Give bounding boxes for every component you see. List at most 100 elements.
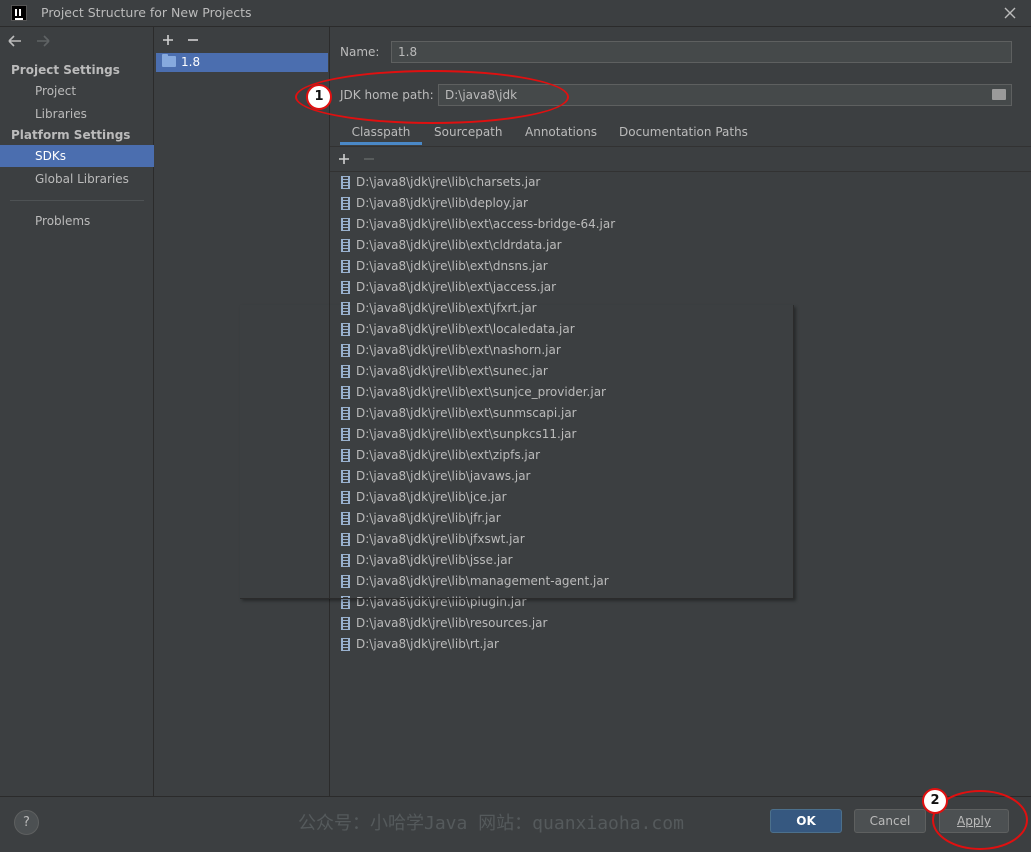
sdk-item-label: 1.8 [181, 55, 201, 69]
list-item[interactable]: D:\java8\jdk\jre\lib\management-agent.ja… [330, 571, 1031, 592]
minus-icon[interactable] [186, 33, 200, 47]
tab-documentation-paths[interactable]: Documentation Paths [619, 121, 748, 145]
list-item[interactable]: D:\java8\jdk\jre\lib\ext\sunmscapi.jar [330, 403, 1031, 424]
jar-path-label: D:\java8\jdk\jre\lib\ext\sunjce_provider… [356, 385, 606, 399]
list-item[interactable]: D:\java8\jdk\jre\lib\ext\zipfs.jar [330, 445, 1031, 466]
annotation-badge-2: 2 [922, 788, 948, 814]
jar-icon [341, 449, 350, 462]
classpath-toolbar [330, 147, 1031, 171]
list-item[interactable]: D:\java8\jdk\jre\lib\plugin.jar [330, 592, 1031, 613]
jar-path-label: D:\java8\jdk\jre\lib\ext\jaccess.jar [356, 280, 557, 294]
tab-annotations[interactable]: Annotations [525, 121, 597, 145]
jar-icon [341, 512, 350, 525]
list-item[interactable]: D:\java8\jdk\jre\lib\ext\access-bridge-6… [330, 214, 1031, 235]
apply-button[interactable]: Apply [939, 809, 1009, 833]
jar-path-label: D:\java8\jdk\jre\lib\resources.jar [356, 616, 548, 630]
plus-icon[interactable] [337, 152, 351, 166]
window-title: Project Structure for New Projects [41, 5, 252, 20]
name-field[interactable]: 1.8 [391, 41, 1012, 63]
plus-icon[interactable] [161, 33, 175, 47]
jar-path-label: D:\java8\jdk\jre\lib\ext\cldrdata.jar [356, 238, 562, 252]
arrow-right-icon[interactable] [34, 33, 52, 49]
jar-icon [341, 260, 350, 273]
list-item[interactable]: D:\java8\jdk\jre\lib\charsets.jar [330, 172, 1031, 193]
nav-item-problems[interactable]: Problems [35, 210, 90, 232]
jar-path-label: D:\java8\jdk\jre\lib\plugin.jar [356, 595, 527, 609]
list-item[interactable]: D:\java8\jdk\jre\lib\rt.jar [330, 634, 1031, 655]
jar-path-label: D:\java8\jdk\jre\lib\jce.jar [356, 490, 507, 504]
list-item[interactable]: D:\java8\jdk\jre\lib\jfr.jar [330, 508, 1031, 529]
jar-path-label: D:\java8\jdk\jre\lib\jfr.jar [356, 511, 501, 525]
jar-path-label: D:\java8\jdk\jre\lib\rt.jar [356, 637, 499, 651]
close-icon[interactable] [1000, 3, 1020, 23]
list-item[interactable]: D:\java8\jdk\jre\lib\resources.jar [330, 613, 1031, 634]
list-item[interactable]: D:\java8\jdk\jre\lib\ext\dnsns.jar [330, 256, 1031, 277]
jar-icon [341, 533, 350, 546]
list-item[interactable]: D:\java8\jdk\jre\lib\ext\localedata.jar [330, 319, 1031, 340]
jar-icon [341, 386, 350, 399]
jar-icon [341, 575, 350, 588]
list-item[interactable]: D:\java8\jdk\jre\lib\ext\jfxrt.jar [330, 298, 1031, 319]
jar-path-label: D:\java8\jdk\jre\lib\ext\jfxrt.jar [356, 301, 537, 315]
jar-icon [341, 365, 350, 378]
jar-path-label: D:\java8\jdk\jre\lib\deploy.jar [356, 196, 528, 210]
sdk-list-toolbar [154, 27, 330, 53]
list-item[interactable]: D:\java8\jdk\jre\lib\deploy.jar [330, 193, 1031, 214]
list-item[interactable]: D:\java8\jdk\jre\lib\ext\sunec.jar [330, 361, 1031, 382]
jar-path-label: D:\java8\jdk\jre\lib\ext\zipfs.jar [356, 448, 541, 462]
jar-path-label: D:\java8\jdk\jre\lib\ext\dnsns.jar [356, 259, 548, 273]
jdk-home-path-field[interactable]: D:\java8\jdk [438, 84, 1012, 106]
nav-item-project[interactable]: Project [35, 80, 76, 102]
list-item[interactable]: D:\java8\jdk\jre\lib\ext\sunjce_provider… [330, 382, 1031, 403]
jar-icon [341, 470, 350, 483]
jar-icon [341, 197, 350, 210]
dialog-footer: ? 公众号：小哈学Java 网站：quanxiaoha.com OK Cance… [0, 796, 1031, 852]
annotation-badge-1: 1 [306, 84, 332, 110]
arrow-left-icon[interactable] [6, 33, 24, 49]
jar-path-label: D:\java8\jdk\jre\lib\jsse.jar [356, 553, 513, 567]
folder-icon [162, 54, 176, 67]
intellij-icon [11, 5, 27, 21]
sdk-detail-panel: Name: 1.8 JDK home path: D:\java8\jdk Cl… [330, 27, 1031, 796]
left-nav-panel: Project Settings Project Libraries Platf… [0, 27, 154, 796]
help-button[interactable]: ? [14, 810, 39, 835]
classpath-list[interactable]: D:\java8\jdk\jre\lib\charsets.jar D:\java… [330, 171, 1031, 796]
nav-section-project-settings: Project Settings [11, 63, 120, 77]
list-item[interactable]: D:\java8\jdk\jre\lib\jsse.jar [330, 550, 1031, 571]
jar-path-label: D:\java8\jdk\jre\lib\ext\sunec.jar [356, 364, 548, 378]
jar-icon [341, 407, 350, 420]
sdk-item-1-8[interactable]: 1.8 [156, 53, 328, 72]
jar-path-label: D:\java8\jdk\jre\lib\management-agent.ja… [356, 574, 609, 588]
nav-item-global-libraries[interactable]: Global Libraries [35, 168, 129, 190]
jar-icon [341, 554, 350, 567]
jar-path-label: D:\java8\jdk\jre\lib\charsets.jar [356, 175, 541, 189]
list-item[interactable]: D:\java8\jdk\jre\lib\jce.jar [330, 487, 1031, 508]
jdk-home-path-label: JDK home path: [340, 88, 434, 102]
folder-open-icon[interactable] [992, 89, 1006, 100]
jar-icon [341, 239, 350, 252]
tab-classpath[interactable]: Classpath [340, 121, 422, 145]
jar-icon [341, 638, 350, 651]
jar-path-label: D:\java8\jdk\jre\lib\ext\sunmscapi.jar [356, 406, 577, 420]
ok-button[interactable]: OK [770, 809, 842, 833]
jar-path-label: D:\java8\jdk\jre\lib\javaws.jar [356, 469, 531, 483]
list-item[interactable]: D:\java8\jdk\jre\lib\ext\sunpkcs11.jar [330, 424, 1031, 445]
jar-icon [341, 428, 350, 441]
jar-path-label: D:\java8\jdk\jre\lib\ext\nashorn.jar [356, 343, 561, 357]
jar-icon [341, 323, 350, 336]
list-item[interactable]: D:\java8\jdk\jre\lib\ext\cldrdata.jar [330, 235, 1031, 256]
list-item[interactable]: D:\java8\jdk\jre\lib\jfxswt.jar [330, 529, 1031, 550]
nav-item-libraries[interactable]: Libraries [35, 103, 87, 125]
jar-icon [341, 617, 350, 630]
jar-icon [341, 218, 350, 231]
tab-sourcepath[interactable]: Sourcepath [434, 121, 503, 145]
list-item[interactable]: D:\java8\jdk\jre\lib\ext\nashorn.jar [330, 340, 1031, 361]
jar-icon [341, 344, 350, 357]
list-item[interactable]: D:\java8\jdk\jre\lib\javaws.jar [330, 466, 1031, 487]
list-item[interactable]: D:\java8\jdk\jre\lib\ext\jaccess.jar [330, 277, 1031, 298]
nav-arrows [6, 33, 66, 49]
jar-path-label: D:\java8\jdk\jre\lib\ext\sunpkcs11.jar [356, 427, 577, 441]
sdk-list-panel: 1.8 [154, 27, 330, 796]
cancel-button[interactable]: Cancel [854, 809, 926, 833]
nav-item-sdks[interactable]: SDKs [0, 145, 154, 167]
